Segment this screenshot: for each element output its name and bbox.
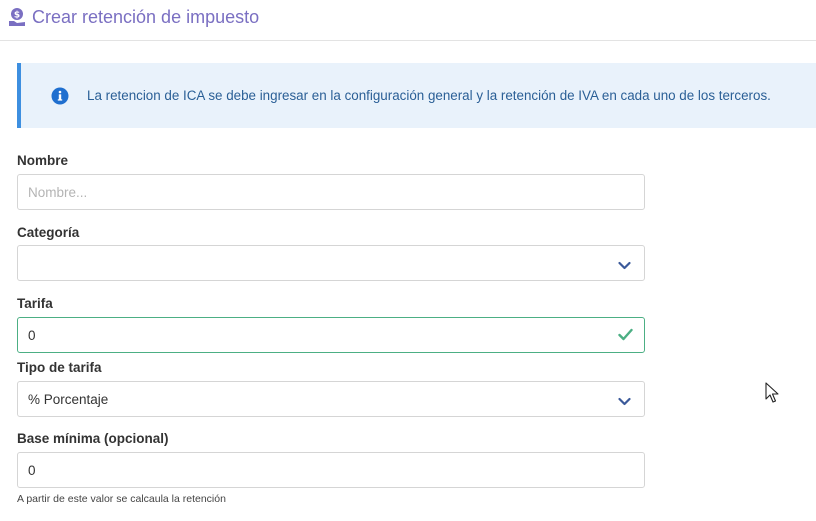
categoria-label: Categoría <box>17 225 80 240</box>
info-icon <box>51 87 69 105</box>
base-minima-help: A partir de este valor se calcaula la re… <box>17 493 226 505</box>
tipo-tarifa-select[interactable]: % Porcentaje <box>17 381 645 417</box>
nombre-label: Nombre <box>17 153 69 168</box>
page-title: Crear retención de impuesto <box>32 7 260 27</box>
page-header: $ Crear retención de impuesto <box>0 0 816 41</box>
info-alert: La retencion de ICA se debe ingresar en … <box>17 63 816 128</box>
tipo-tarifa-value: % Porcentaje <box>28 392 109 407</box>
tipo-tarifa-label: Tipo de tarifa <box>17 360 102 375</box>
tarifa-field[interactable]: 0 <box>17 317 645 353</box>
tarifa-label: Tarifa <box>17 296 53 311</box>
categoria-select[interactable] <box>17 245 645 281</box>
svg-text:$: $ <box>14 11 20 21</box>
chevron-down-icon <box>618 258 631 270</box>
base-minima-field[interactable]: 0 <box>17 452 645 488</box>
chevron-down-icon <box>618 394 631 406</box>
base-minima-label: Base mínima (opcional) <box>17 431 169 446</box>
check-icon <box>618 328 633 341</box>
money-hand-icon: $ <box>8 7 26 27</box>
nombre-field[interactable] <box>17 174 645 210</box>
base-minima-value: 0 <box>28 463 36 478</box>
nombre-input[interactable] <box>18 175 644 209</box>
alert-message: La retencion de ICA se debe ingresar en … <box>87 88 771 103</box>
tarifa-value: 0 <box>28 328 36 343</box>
mouse-cursor-icon <box>765 382 779 404</box>
